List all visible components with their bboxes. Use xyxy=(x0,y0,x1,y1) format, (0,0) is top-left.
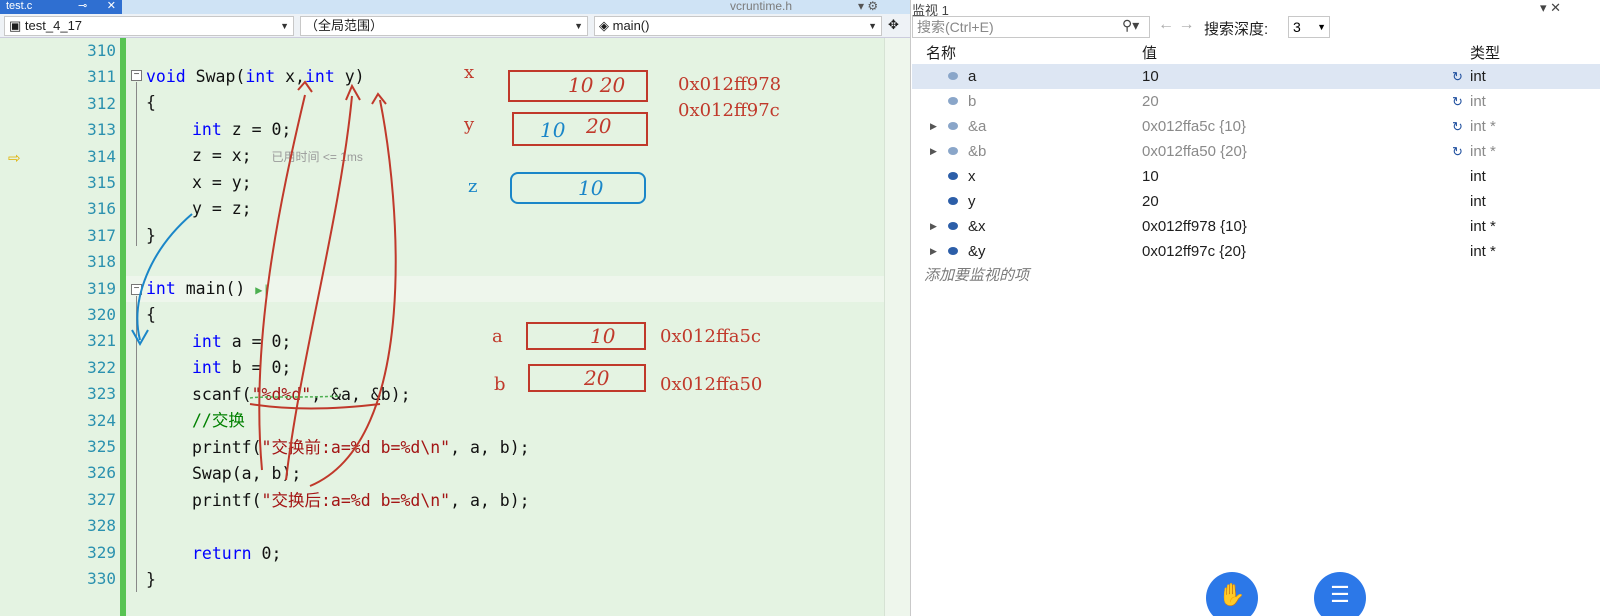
watch-value: 20 xyxy=(1142,93,1159,110)
watch-name: b xyxy=(968,93,977,110)
watch-row[interactable]: a 10 ↻ int xyxy=(912,64,1600,89)
watch-row[interactable]: b 20 ↻ int xyxy=(912,89,1600,114)
col-name[interactable]: 名称 xyxy=(926,42,956,63)
watch-type: int * xyxy=(1470,243,1496,260)
watch-name: &b xyxy=(968,143,987,160)
watch-window-controls-icon[interactable]: ▾ ✕ xyxy=(1540,0,1561,16)
col-type[interactable]: 类型 xyxy=(1470,42,1500,63)
chevron-down-icon: ▼ xyxy=(1317,22,1326,32)
search-nav-arrows-icon[interactable]: ← → xyxy=(1158,16,1194,34)
watch-name: &a xyxy=(968,118,987,135)
watch-name: y xyxy=(968,193,976,210)
expand-icon[interactable]: ▶ xyxy=(930,114,937,139)
variable-icon xyxy=(948,122,958,130)
expand-icon[interactable]: ▶ xyxy=(930,214,937,239)
search-icon[interactable]: ⚲▾ xyxy=(1122,17,1139,34)
watch-type: int * xyxy=(1470,143,1496,160)
refresh-icon[interactable]: ↻ xyxy=(1452,64,1463,89)
watch-row[interactable]: ▶ &x 0x012ff978 {10} int * xyxy=(912,214,1600,239)
chat-icon: ☰ xyxy=(1330,582,1350,607)
watch-type: int xyxy=(1470,168,1486,185)
watch-name: a xyxy=(968,68,977,85)
watch-row[interactable]: ▶ &y 0x012ff97c {20} int * xyxy=(912,239,1600,264)
watch-type: int * xyxy=(1470,118,1496,135)
handwritten-arrows xyxy=(131,80,397,487)
watch-value: 20 xyxy=(1142,193,1159,210)
watch-value: 10 xyxy=(1142,68,1159,85)
watch-value: 0x012ff978 {10} xyxy=(1142,218,1247,235)
watch-header: 名称 值 类型 xyxy=(912,40,1600,62)
variable-icon xyxy=(948,172,958,180)
depth-value: 3 xyxy=(1293,19,1301,35)
variable-icon xyxy=(948,147,958,155)
watch-value: 0x012ffa50 {20} xyxy=(1142,143,1247,160)
variable-icon xyxy=(948,97,958,105)
depth-label: 搜索深度: xyxy=(1204,21,1269,38)
watch-row[interactable]: y 20 int xyxy=(912,189,1600,214)
watch-type: int * xyxy=(1470,218,1496,235)
expand-icon[interactable]: ▶ xyxy=(930,239,937,264)
watch-value: 0x012ffa5c {10} xyxy=(1142,118,1246,135)
depth-select[interactable]: 3 ▼ xyxy=(1288,16,1330,38)
variable-icon xyxy=(948,197,958,205)
watch-type: int xyxy=(1470,193,1486,210)
refresh-icon[interactable]: ↻ xyxy=(1452,139,1463,164)
chat-button[interactable]: ☰ xyxy=(1314,572,1366,616)
refresh-icon[interactable]: ↻ xyxy=(1452,114,1463,139)
watch-name: &x xyxy=(968,218,986,235)
add-watch-item[interactable]: 添加要监视的项 xyxy=(924,264,1029,285)
watch-row[interactable]: x 10 int xyxy=(912,164,1600,189)
watch-value: 10 xyxy=(1142,168,1159,185)
variable-icon xyxy=(948,222,958,230)
hand-icon: ✋ xyxy=(1218,582,1246,607)
watch-value: 0x012ff97c {20} xyxy=(1142,243,1246,260)
watch-type: int xyxy=(1470,93,1486,110)
watch-name: x xyxy=(968,168,976,185)
watch-row[interactable]: ▶ &a 0x012ffa5c {10} ↻ int * xyxy=(912,114,1600,139)
watch-name: &y xyxy=(968,243,986,260)
col-value[interactable]: 值 xyxy=(1142,42,1157,63)
raise-hand-button[interactable]: ✋ xyxy=(1206,572,1258,616)
variable-icon xyxy=(948,247,958,255)
refresh-icon[interactable]: ↻ xyxy=(1452,89,1463,114)
watch-type: int xyxy=(1470,68,1486,85)
variable-icon xyxy=(948,72,958,80)
watch-search-input[interactable]: 搜索(Ctrl+E) xyxy=(912,16,1150,38)
watch-row[interactable]: ▶ &b 0x012ffa50 {20} ↻ int * xyxy=(912,139,1600,164)
expand-icon[interactable]: ▶ xyxy=(930,139,937,164)
